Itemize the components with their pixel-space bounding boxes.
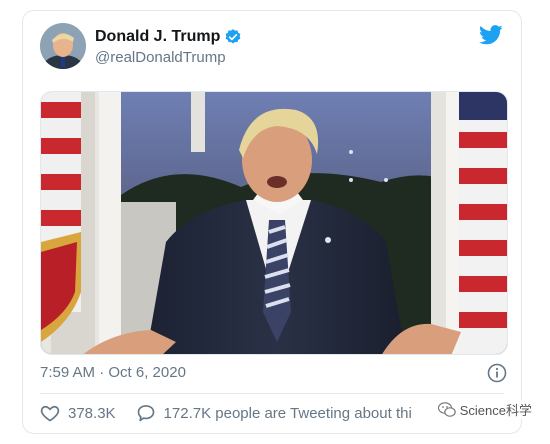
heart-icon[interactable] — [40, 403, 60, 423]
info-icon[interactable] — [487, 363, 507, 383]
twitter-bird-icon[interactable] — [479, 25, 503, 45]
divider — [40, 393, 504, 394]
watermark: Science科学 — [433, 400, 532, 419]
speech-bubble-icon[interactable] — [136, 403, 156, 423]
tweeting-about-link[interactable]: 172.7K people are Tweeting about thi — [164, 405, 412, 422]
like-count[interactable]: 378.3K — [68, 405, 116, 422]
timestamp[interactable]: 7:59 AM · Oct 6, 2020 — [40, 364, 186, 381]
wechat-icon — [437, 401, 456, 418]
handle[interactable]: @realDonaldTrump — [95, 49, 226, 66]
video-media[interactable] — [40, 91, 508, 355]
tweet-card[interactable]: Donald J. Trump @realDonaldTrump 7:59 AM… — [22, 10, 522, 434]
watermark-text: Science科学 — [459, 403, 532, 418]
avatar[interactable] — [40, 23, 86, 69]
display-name[interactable]: Donald J. Trump — [95, 28, 220, 46]
verified-badge-icon — [224, 28, 242, 46]
